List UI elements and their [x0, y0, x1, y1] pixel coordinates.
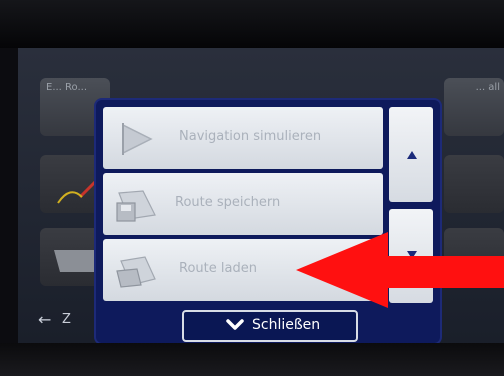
background-tile-text: ... all	[475, 82, 500, 93]
flag-play-icon	[122, 123, 153, 155]
save-route-icon	[116, 190, 156, 222]
back-button-label: Z	[62, 312, 71, 327]
menu-item-label: Navigation simulieren	[179, 129, 322, 144]
close-button-label: Schließen	[252, 317, 321, 333]
scroll-up-button[interactable]	[389, 107, 433, 202]
red-annotation-arrow-icon	[296, 232, 504, 308]
back-arrow-icon[interactable]: ←	[38, 310, 51, 329]
background-tile-text: E... Ro...	[46, 82, 88, 93]
load-route-icon	[116, 256, 156, 288]
background-tile: ... all	[444, 78, 504, 136]
triangle-up-icon	[407, 151, 417, 159]
device-bezel-bottom	[0, 343, 504, 376]
menu-item-route-speichern[interactable]: Route speichern	[103, 173, 383, 235]
close-button[interactable]: Schließen	[182, 310, 358, 342]
background-tile	[444, 155, 504, 213]
menu-item-label: Route laden	[179, 261, 257, 276]
device-bezel-top	[0, 0, 504, 48]
chevron-down-icon	[226, 319, 244, 330]
menu-item-label: Route speichern	[175, 195, 281, 210]
menu-item-navigation-simulieren[interactable]: Navigation simulieren	[103, 107, 383, 169]
